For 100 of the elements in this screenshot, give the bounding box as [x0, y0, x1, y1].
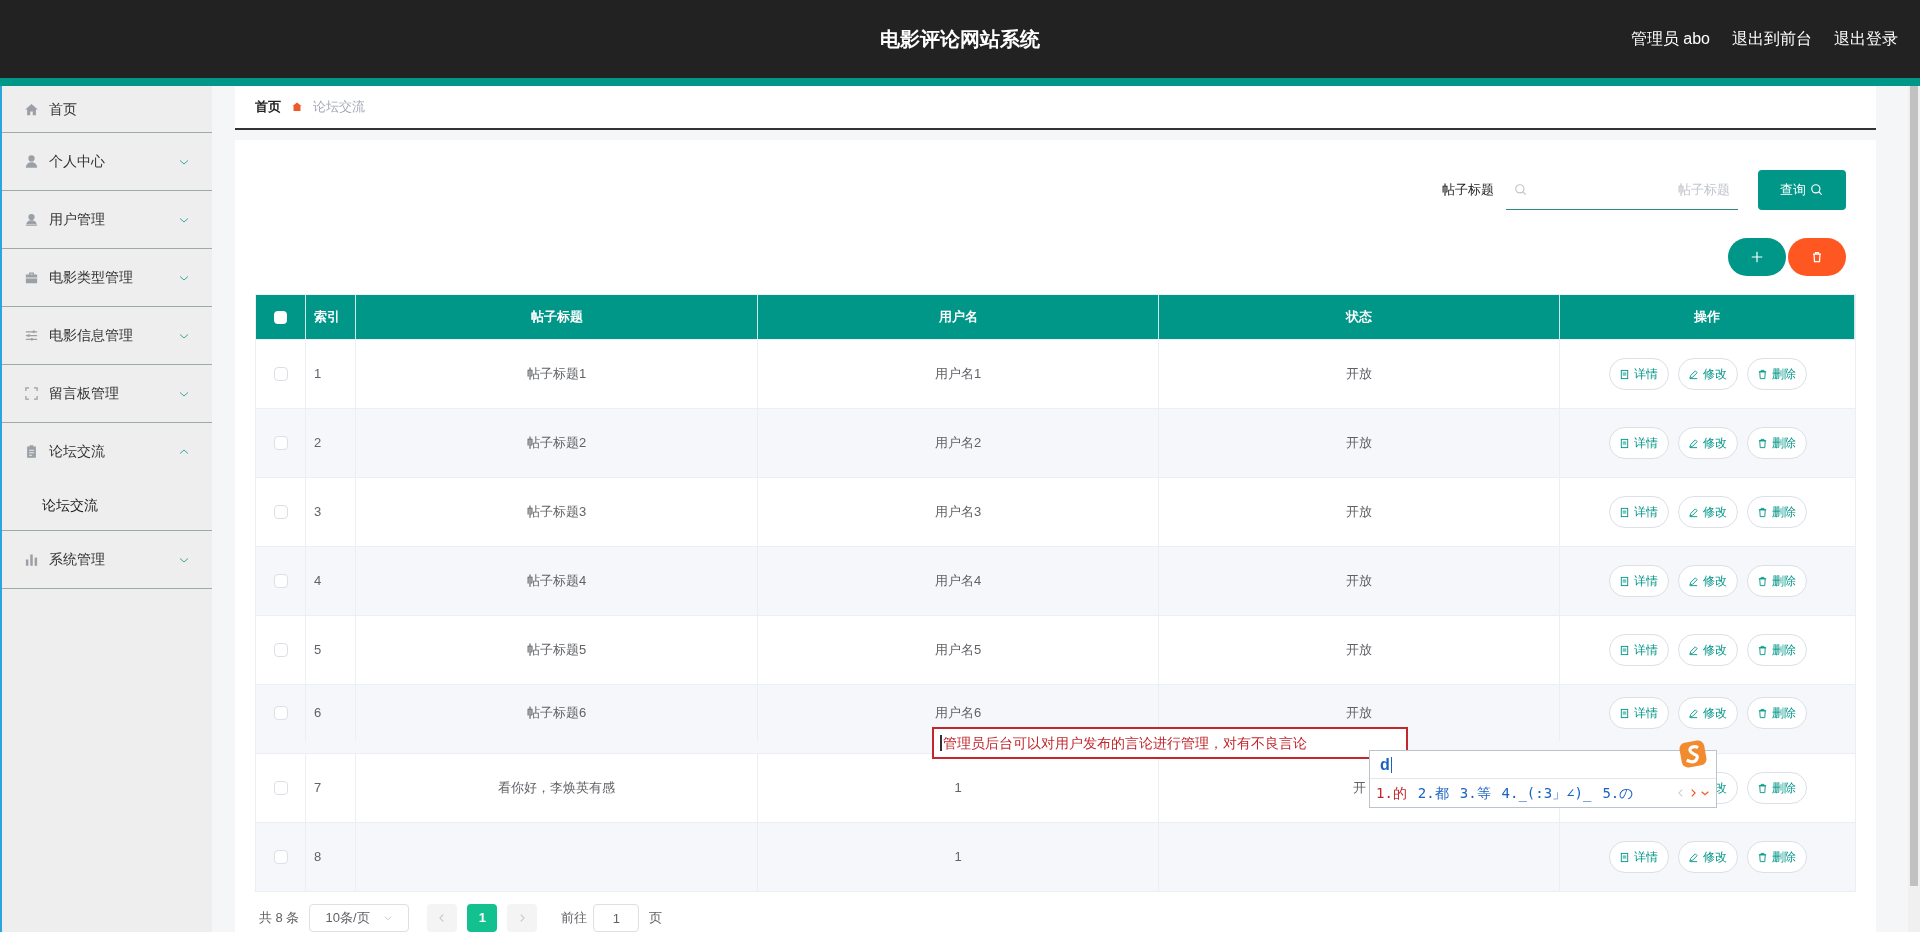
delete-button[interactable]: 删除 [1746, 496, 1807, 528]
table-cell-text: 1 [314, 365, 322, 384]
select-all-checkbox[interactable] [274, 310, 287, 324]
column-header: 状态 [1346, 308, 1372, 327]
table-cell-text: 帖子标题3 [526, 503, 587, 522]
delete-button[interactable] [1788, 238, 1846, 276]
edit-button[interactable]: 修改 [1677, 496, 1738, 528]
detail-button[interactable]: 详情 [1608, 841, 1669, 873]
pencil-icon [1688, 851, 1699, 863]
edit-button[interactable]: 修改 [1677, 358, 1738, 390]
detail-button[interactable]: 详情 [1608, 427, 1669, 459]
delete-button[interactable]: 删除 [1746, 427, 1807, 459]
row-checkbox[interactable] [273, 367, 288, 381]
scrollbar-thumb[interactable] [1910, 86, 1918, 886]
table-cell-text: 帖子标题1 [526, 365, 587, 384]
document-icon [1619, 368, 1630, 380]
ime-candidate[interactable]: 1.的 [1376, 782, 1407, 804]
goto-suffix: 页 [649, 909, 663, 928]
breadcrumb-link[interactable]: 论坛交流 [313, 97, 365, 117]
sidebar-item[interactable]: 首页 [2, 86, 212, 132]
edit-button[interactable]: 修改 [1677, 565, 1738, 597]
breadcrumb-link[interactable]: 首页 [255, 97, 281, 117]
delete-button[interactable]: 删除 [1746, 358, 1807, 390]
edit-button[interactable]: 修改 [1677, 697, 1738, 729]
delete-button[interactable]: 删除 [1746, 772, 1807, 804]
next-page-button[interactable] [507, 904, 538, 932]
sidebar-item[interactable]: 系统管理 [2, 531, 212, 588]
user-icon [24, 154, 39, 169]
sidebar-item[interactable]: 论坛交流 [2, 423, 212, 480]
detail-button[interactable]: 详情 [1608, 565, 1669, 597]
edit-button[interactable]: 修改 [1677, 841, 1738, 873]
detail-button[interactable]: 详情 [1608, 634, 1669, 666]
row-checkbox[interactable] [273, 436, 288, 450]
trash-icon [1757, 644, 1768, 656]
table-cell-text: 1 [954, 779, 962, 798]
prev-page-button[interactable] [427, 904, 458, 932]
detail-button[interactable]: 详情 [1608, 697, 1669, 729]
page-input[interactable]: 1 [593, 904, 640, 932]
detail-button[interactable]: 详情 [1608, 496, 1669, 528]
sliders-icon [24, 328, 39, 343]
pencil-icon [1688, 437, 1699, 449]
table-cell-text: 7 [314, 779, 322, 798]
column-header: 索引 [314, 308, 340, 327]
table-cell-text: 6 [314, 704, 322, 723]
column-header: 操作 [1694, 308, 1720, 327]
sidebar-subitem[interactable]: 论坛交流 [2, 480, 212, 530]
search-label: 帖子标题 [1442, 181, 1494, 200]
row-checkbox[interactable] [273, 643, 288, 657]
site-title: 电影评论网站系统 [880, 28, 1040, 50]
document-icon [1619, 707, 1630, 719]
house-icon [291, 101, 303, 113]
table-cell-text: 开放 [1346, 572, 1372, 591]
table-cell-text: 帖子标题2 [526, 434, 587, 453]
search-icon [1514, 182, 1528, 197]
detail-button[interactable]: 详情 [1608, 358, 1669, 390]
total-count: 共 8 条 [259, 909, 300, 928]
document-icon [1619, 437, 1630, 449]
row-checkbox[interactable] [273, 574, 288, 588]
trash-icon [1757, 575, 1768, 587]
page-size-select[interactable]: 10条/页 [309, 904, 410, 932]
row-checkbox[interactable] [273, 850, 288, 864]
sidebar-item[interactable]: 电影信息管理 [2, 307, 212, 364]
row-checkbox[interactable] [273, 505, 288, 519]
trash-icon [1757, 437, 1768, 449]
ime-candidate[interactable]: 4._(:3」∠)_ [1501, 782, 1592, 804]
sidebar-item[interactable]: 留言板管理 [2, 365, 212, 422]
edit-button[interactable]: 修改 [1677, 427, 1738, 459]
page-button[interactable]: 1 [467, 904, 498, 932]
row-checkbox[interactable] [273, 706, 288, 720]
header-link[interactable]: 管理员 abo [1630, 27, 1710, 51]
delete-button[interactable]: 删除 [1746, 697, 1807, 729]
sidebar-item[interactable]: 电影类型管理 [2, 249, 212, 306]
home-icon [24, 101, 39, 117]
ime-candidate[interactable]: 2.都 [1417, 782, 1449, 804]
row-checkbox[interactable] [273, 781, 288, 795]
text-input-box[interactable]: 管理员后台可以对用户发布的言论进行管理，对有不良言论 [932, 727, 1408, 759]
trash-icon [1757, 782, 1768, 794]
table-cell-text: 开放 [1346, 434, 1372, 453]
add-button[interactable] [1728, 238, 1786, 276]
trash-icon [1757, 851, 1768, 863]
trash-icon [1757, 368, 1768, 380]
delete-button[interactable]: 删除 [1746, 841, 1807, 873]
table-cell-text: 1 [954, 848, 962, 867]
delete-button[interactable]: 删除 [1746, 634, 1807, 666]
pencil-icon [1688, 707, 1699, 719]
ime-candidate[interactable]: 5.の [1602, 782, 1634, 804]
header-link[interactable]: 退出登录 [1834, 27, 1898, 51]
header-link[interactable]: 退出到前台 [1732, 27, 1812, 51]
query-button[interactable]: 查询 [1758, 170, 1846, 210]
sidebar-item[interactable]: 用户管理 [2, 191, 212, 248]
bar-chart-icon [24, 552, 39, 567]
pencil-icon [1688, 368, 1699, 380]
sidebar-item[interactable]: 个人中心 [2, 133, 212, 190]
document-icon [1619, 506, 1630, 518]
user-icon [24, 212, 39, 227]
document-icon [1619, 851, 1630, 863]
delete-button[interactable]: 删除 [1746, 565, 1807, 597]
edit-button[interactable]: 修改 [1677, 634, 1738, 666]
ime-candidate[interactable]: 3.等 [1459, 782, 1491, 804]
table-cell-text: 帖子标题6 [526, 704, 587, 723]
